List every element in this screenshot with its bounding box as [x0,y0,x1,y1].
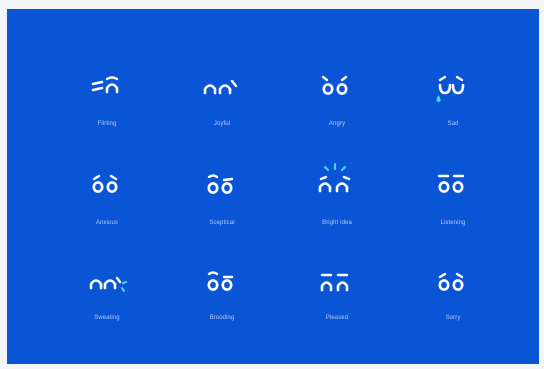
expressions-board: Flirting Joyful Angry Sad Anxious Scepti… [7,9,539,364]
expression-label: Listening [440,220,466,226]
expression-listening: Listening [398,170,508,250]
expression-label: Pleased [325,315,349,321]
expression-label: Joyful [213,121,231,127]
expression-bright-idea: Bright idea [282,162,392,250]
sorry-face-icon [438,272,464,291]
expression-label: Sceptical [209,220,235,226]
expression-label: Sad [447,121,459,127]
expression-label: Brooding [209,315,235,321]
expression-label: Angry [328,121,346,127]
brooding-face-icon [207,271,234,291]
expression-flirting: Flirting [52,71,162,151]
expression-label: Anxious [95,220,119,226]
expression-label: Sorry [445,315,461,321]
pleased-face-icon [320,273,349,292]
sad-face-icon [436,75,465,102]
listening-face-icon [437,174,465,193]
joyful-face-icon [203,79,238,95]
expression-brooding: Brooding [167,265,277,345]
anxious-face-icon [92,174,118,193]
sceptical-face-icon [207,174,234,194]
expression-label: Flirting [97,121,117,127]
sweating-face-icon [89,276,128,293]
bright-idea-face-icon [318,162,351,193]
expression-sad: Sad [398,71,508,151]
expression-sceptical: Sceptical [167,170,277,250]
expression-anxious: Anxious [52,170,162,250]
expression-label: Sweating [94,315,120,321]
flirting-face-icon [91,76,119,94]
expression-sorry: Sorry [398,265,508,345]
angry-face-icon [321,75,348,95]
expression-label: Bright idea [322,220,352,226]
expression-pleased: Pleased [282,265,392,345]
expression-sweating: Sweating [52,265,162,345]
expression-joyful: Joyful [167,71,277,151]
expression-angry: Angry [282,71,392,151]
